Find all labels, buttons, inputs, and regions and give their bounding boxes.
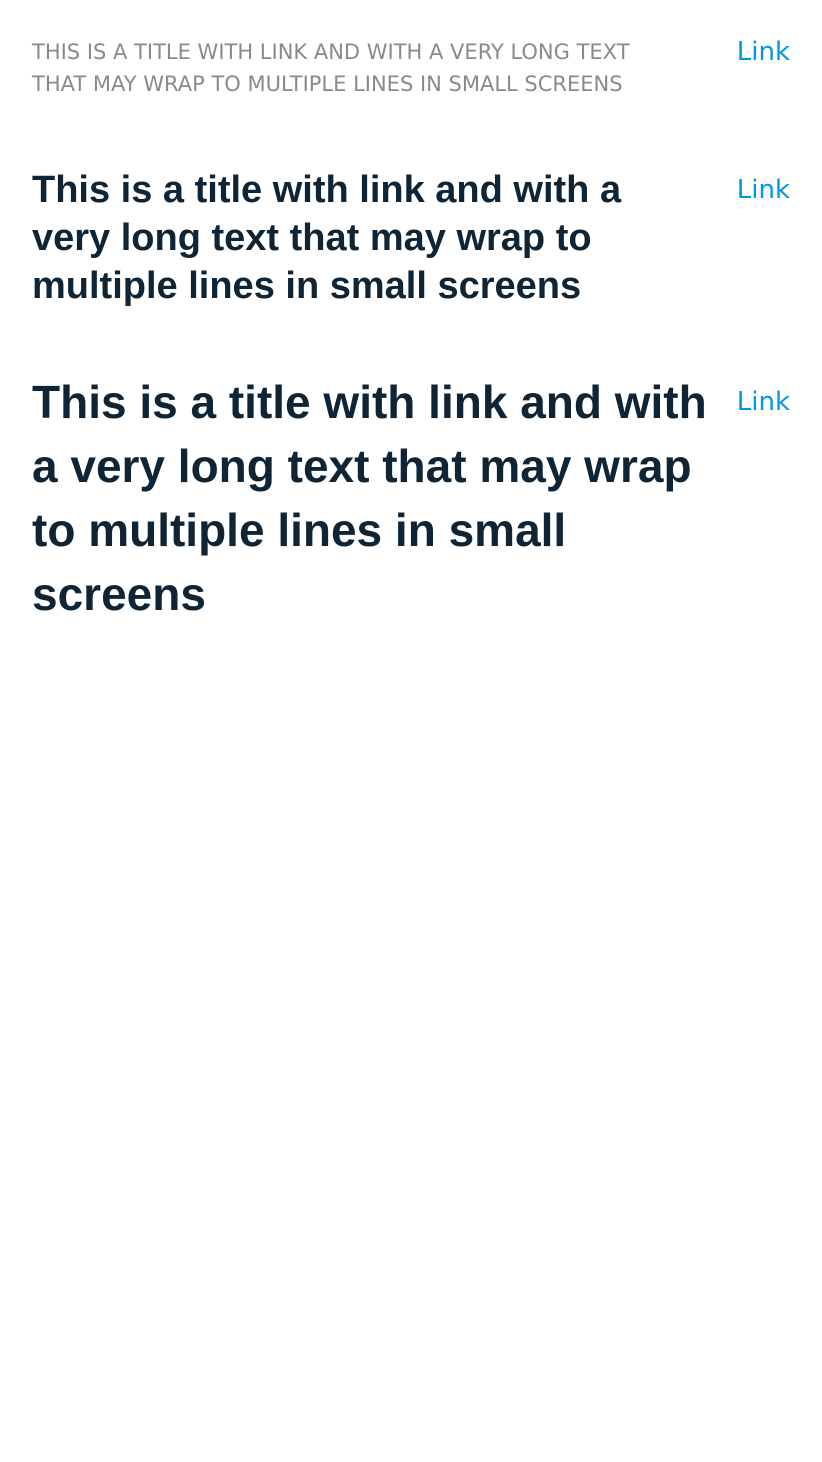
title-small: This is a title with link and with a ver…: [32, 40, 630, 96]
title-small-link[interactable]: Link: [737, 36, 790, 68]
title-large: This is a title with link and with a ver…: [32, 376, 707, 620]
title-row-large: This is a title with link and with a ver…: [32, 370, 790, 626]
title-large-link[interactable]: Link: [737, 382, 790, 422]
title-medium: This is a title with link and with a ver…: [32, 169, 622, 307]
page: This is a title with link and with a ver…: [0, 0, 822, 1462]
title-row-medium: This is a title with link and with a ver…: [32, 166, 790, 310]
title-row-small: This is a title with link and with a ver…: [32, 36, 790, 100]
title-medium-link[interactable]: Link: [737, 171, 790, 209]
